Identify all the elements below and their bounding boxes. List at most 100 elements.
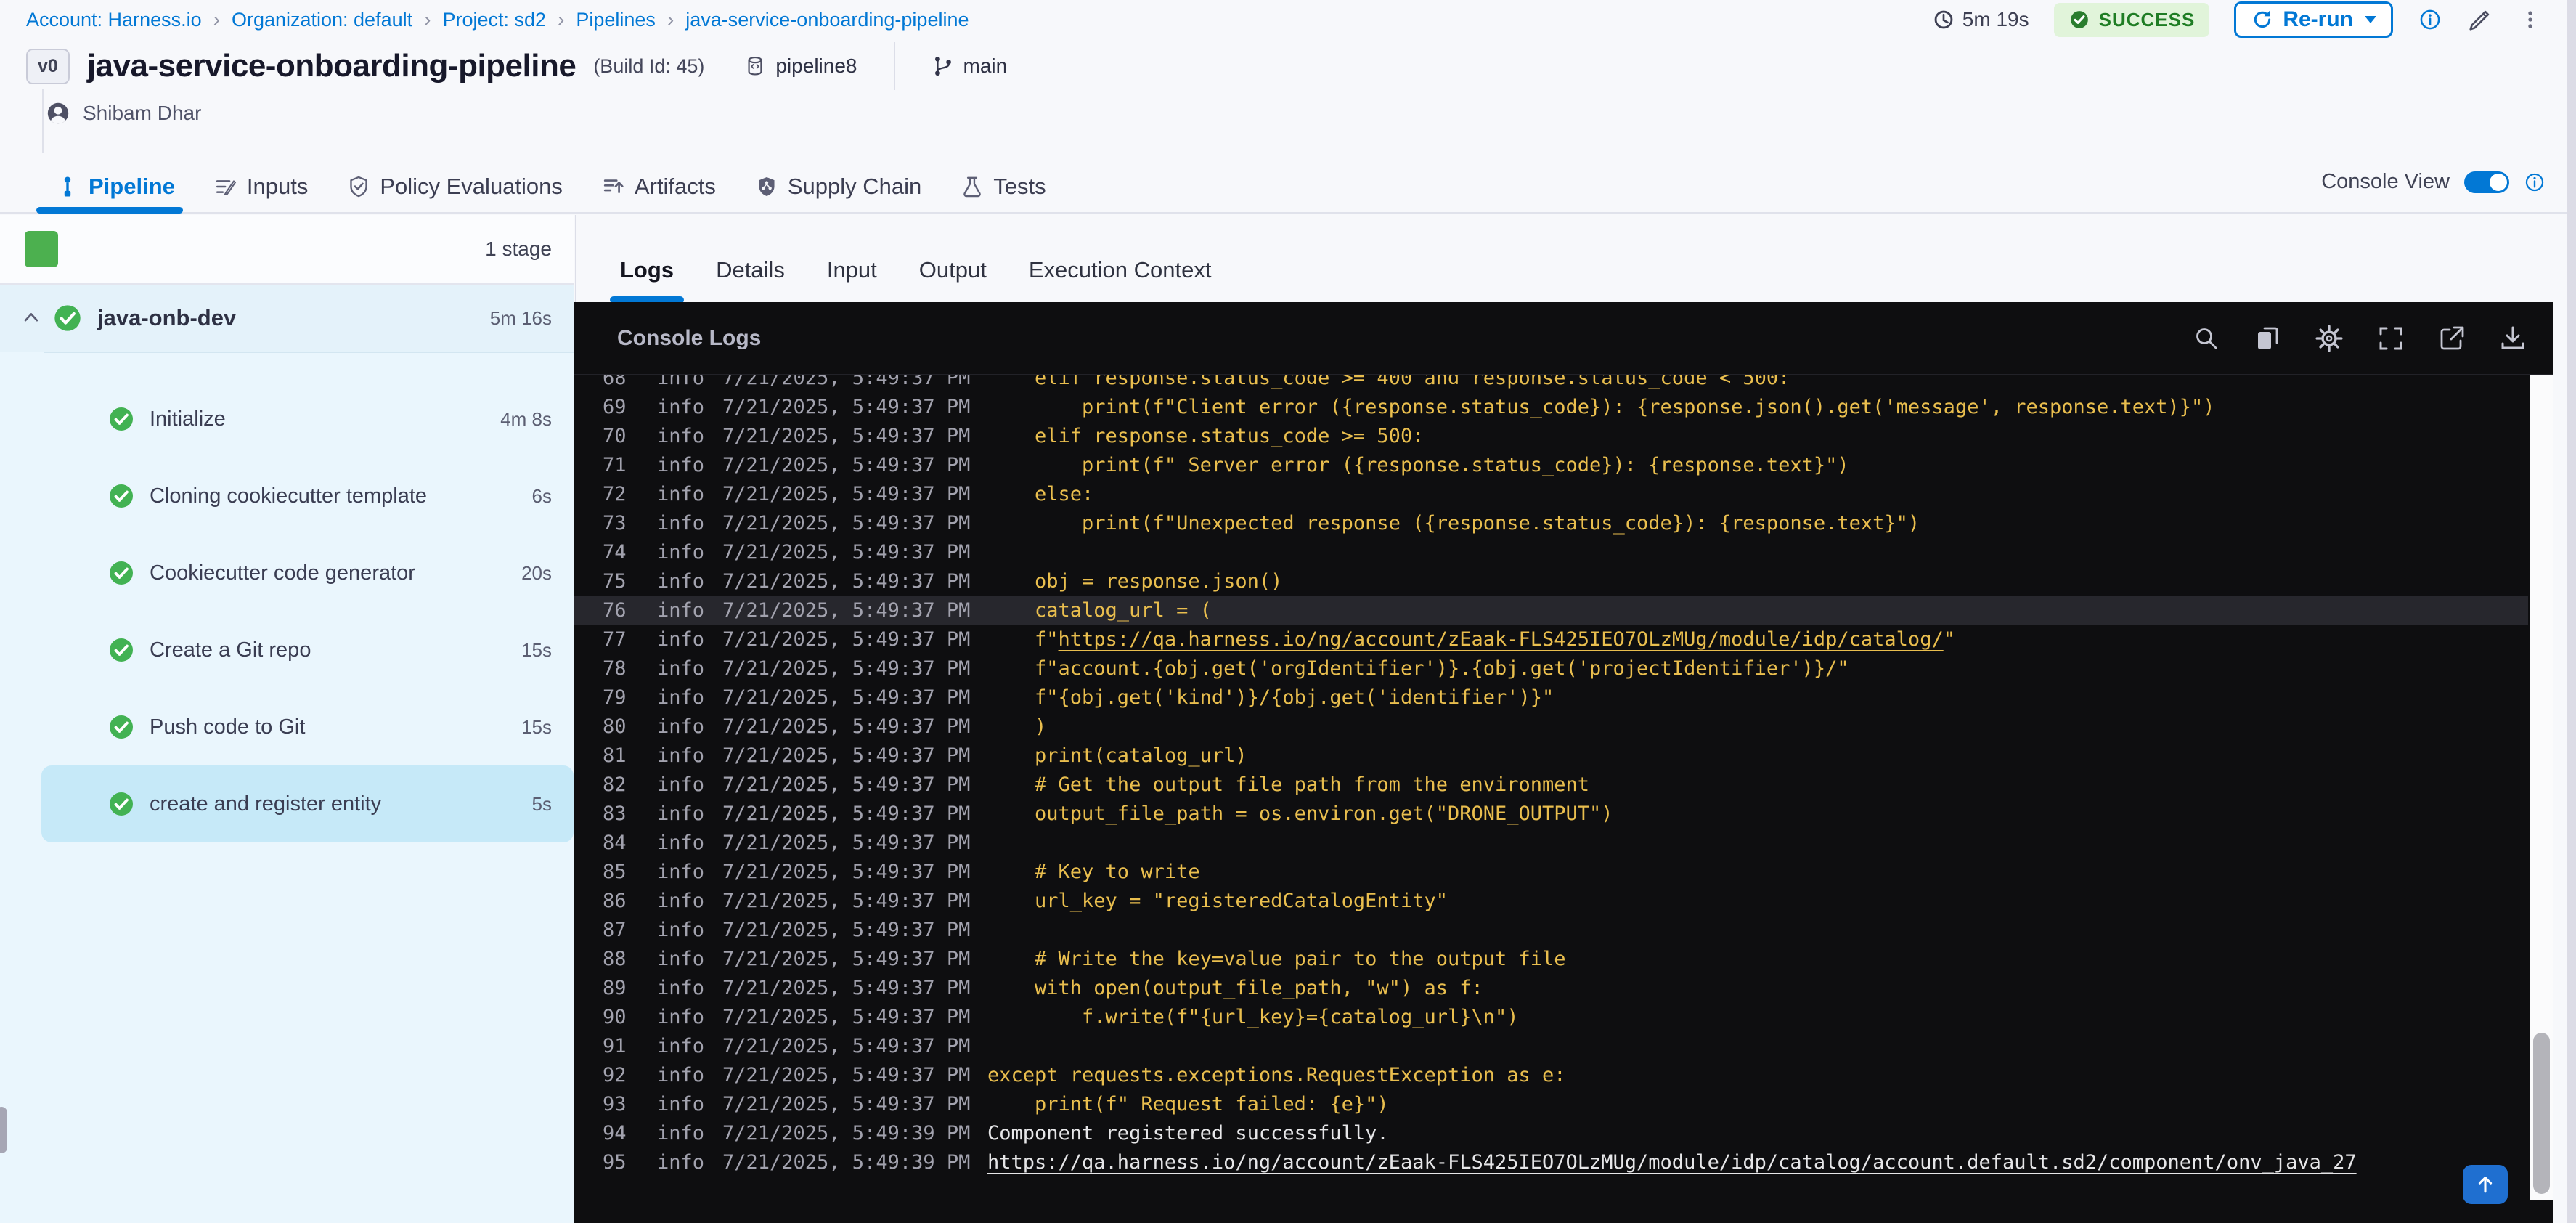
log-link[interactable]: https://qa.harness.io/ng/account/zEaak-F… xyxy=(987,1148,2357,1177)
artifacts-icon xyxy=(602,175,625,198)
step-name: create and register entity xyxy=(150,792,382,816)
stage-row-java-onb-dev[interactable]: java-onb-dev 5m 16s xyxy=(0,285,574,352)
log-timestamp: 7/21/2025, 5:49:37 PM xyxy=(722,861,971,883)
log-row: 84 info 7/21/2025, 5:49:37 PM xyxy=(574,829,2528,858)
log-line-number: 90 xyxy=(603,1006,627,1028)
step-row[interactable]: Cookiecutter code generator 20s xyxy=(0,535,574,612)
edit-pencil-icon[interactable] xyxy=(2467,7,2493,33)
breadcrumb-account[interactable]: Account: Harness.io xyxy=(26,9,202,31)
breadcrumb-project[interactable]: Project: sd2 xyxy=(442,9,546,31)
breadcrumb-separator: › xyxy=(424,8,431,31)
log-row: 94 info 7/21/2025, 5:49:39 PM Component reg… xyxy=(574,1119,2528,1148)
log-message: elif response.status_code >= 500: xyxy=(987,425,1424,447)
log-level: info xyxy=(657,1151,705,1174)
sidebar-scrollbar-thumb[interactable] xyxy=(0,1107,7,1153)
log-timestamp: 7/21/2025, 5:49:37 PM xyxy=(722,948,971,970)
download-icon[interactable] xyxy=(2499,325,2527,352)
log-line-number: 78 xyxy=(603,657,627,680)
log-message: Component registered successfully. xyxy=(987,1122,1389,1145)
log-level: info xyxy=(657,686,705,709)
settings-icon[interactable] xyxy=(2315,324,2344,353)
tab-supply-chain[interactable]: Supply Chain xyxy=(735,161,941,212)
log-level: info xyxy=(657,1035,705,1057)
console-toolbar xyxy=(2193,324,2527,353)
fullscreen-icon[interactable] xyxy=(2377,325,2405,352)
log-timestamp: 7/21/2025, 5:49:37 PM xyxy=(722,686,971,709)
console-scrollbar-thumb[interactable] xyxy=(2533,1033,2550,1194)
tab-policy-evaluations[interactable]: Policy Evaluations xyxy=(327,161,582,212)
log-level: info xyxy=(657,375,705,389)
log-line-number: 84 xyxy=(603,832,627,854)
log-link[interactable]: https://qa.harness.io/ng/account/zEaak-F… xyxy=(1059,628,1944,651)
tab-label: Inputs xyxy=(246,174,309,199)
log-line-number: 68 xyxy=(603,375,627,389)
scroll-to-top-button[interactable] xyxy=(2463,1165,2508,1204)
tab-execution-context[interactable]: Execution Context xyxy=(1029,257,1212,283)
tab-pipeline[interactable]: Pipeline xyxy=(36,161,195,214)
console-view-toggle[interactable] xyxy=(2464,171,2509,193)
log-line-number: 86 xyxy=(603,890,627,912)
tab-tests[interactable]: Tests xyxy=(941,161,1065,212)
log-message: # Get the output file path from the envi… xyxy=(987,773,1590,796)
chevron-up-icon[interactable] xyxy=(20,307,42,329)
step-duration: 15s xyxy=(521,715,552,738)
log-row: 75 info 7/21/2025, 5:49:37 PM obj = respon… xyxy=(574,567,2528,596)
tab-label: Policy Evaluations xyxy=(380,174,563,199)
step-name: Create a Git repo xyxy=(150,638,311,662)
author-name: Shibam Dhar xyxy=(83,102,202,124)
title-row: v0 java-service-onboarding-pipeline (Bui… xyxy=(26,42,1007,90)
tab-logs[interactable]: Logs xyxy=(609,257,685,304)
step-row[interactable]: create and register entity 5s xyxy=(41,765,574,842)
console-scrollbar[interactable] xyxy=(2530,375,2553,1200)
repo-chip[interactable]: pipeline8 xyxy=(743,54,857,78)
log-row: 73 info 7/21/2025, 5:49:37 PM print(f"Unex… xyxy=(574,509,2528,538)
rerun-button[interactable]: Re-run xyxy=(2234,1,2393,38)
log-line-number: 94 xyxy=(603,1122,627,1145)
tab-input[interactable]: Input xyxy=(827,257,877,283)
tab-label: Artifacts xyxy=(634,174,716,199)
log-line-number: 76 xyxy=(603,599,627,622)
check-circle-icon xyxy=(107,636,135,664)
log-level: info xyxy=(657,861,705,883)
tab-inputs[interactable]: Inputs xyxy=(195,161,327,212)
tab-artifacts[interactable]: Artifacts xyxy=(582,161,735,212)
log-level: info xyxy=(657,919,705,941)
tab-output[interactable]: Output xyxy=(919,257,987,283)
log-list[interactable]: 68 info 7/21/2025, 5:49:37 PM elif respons… xyxy=(574,375,2528,1223)
step-row[interactable]: Create a Git repo 15s xyxy=(0,612,574,688)
breadcrumb: Account: Harness.io › Organization: defa… xyxy=(26,8,969,31)
log-timestamp: 7/21/2025, 5:49:39 PM xyxy=(722,1151,971,1174)
info-icon[interactable] xyxy=(2524,171,2546,193)
step-row[interactable]: Cloning cookiecutter template 6s xyxy=(0,458,574,535)
log-message: except requests.exceptions.RequestExcept… xyxy=(987,1064,1566,1086)
rerun-label: Re-run xyxy=(2283,7,2353,31)
step-row[interactable]: Initialize 4m 8s xyxy=(0,381,574,458)
log-timestamp: 7/21/2025, 5:49:37 PM xyxy=(722,832,971,854)
log-row: 85 info 7/21/2025, 5:49:37 PM # Key to wri… xyxy=(574,858,2528,887)
avatar xyxy=(45,100,71,126)
log-timestamp: 7/21/2025, 5:49:37 PM xyxy=(722,919,971,941)
breadcrumb-pipelines[interactable]: Pipelines xyxy=(576,9,656,31)
breadcrumb-organization[interactable]: Organization: default xyxy=(232,9,412,31)
search-icon[interactable] xyxy=(2193,325,2220,352)
copy-icon[interactable] xyxy=(2254,325,2281,352)
kebab-menu-icon[interactable] xyxy=(2518,7,2543,32)
repo-name: pipeline8 xyxy=(775,54,857,77)
log-level: info xyxy=(657,1006,705,1028)
breadcrumb-pipeline-name[interactable]: java-service-onboarding-pipeline xyxy=(685,9,969,31)
log-level: info xyxy=(657,1093,705,1116)
console-view-control: Console View xyxy=(2321,170,2546,194)
tab-details[interactable]: Details xyxy=(716,257,785,283)
status-badge: SUCCESS xyxy=(2053,2,2210,37)
branch-chip[interactable]: main xyxy=(932,54,1007,78)
step-duration: 20s xyxy=(521,561,552,584)
open-in-new-icon[interactable] xyxy=(2438,325,2466,352)
step-row[interactable]: Push code to Git 15s xyxy=(0,688,574,765)
success-check-icon xyxy=(2068,9,2090,31)
console-view-label: Console View xyxy=(2321,170,2450,193)
log-line-number: 74 xyxy=(603,541,627,564)
page-scrollbar[interactable] xyxy=(2567,0,2576,1223)
log-row: 82 info 7/21/2025, 5:49:37 PM # Get the ou… xyxy=(574,771,2528,800)
info-icon[interactable] xyxy=(2418,7,2442,32)
log-line-number: 83 xyxy=(603,803,627,825)
